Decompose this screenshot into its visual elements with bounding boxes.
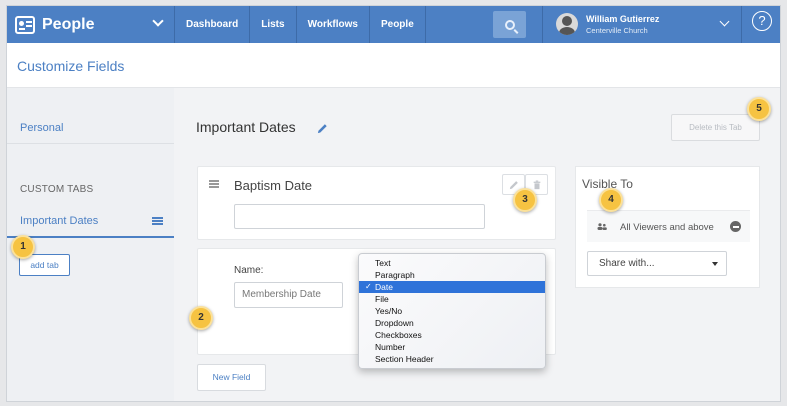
visibility-panel: Visible To All Viewers and above Share w… — [575, 166, 760, 288]
checkmark-icon: ✓ — [365, 282, 372, 291]
user-menu[interactable]: William Gutierrez Centerville Church — [542, 6, 742, 43]
callout-badge-5: 5 — [747, 97, 771, 121]
sidebar-item-label: Important Dates — [20, 215, 99, 227]
dropdown-option-text[interactable]: Text — [359, 257, 545, 269]
search-button[interactable] — [493, 11, 526, 38]
avatar — [556, 13, 578, 35]
top-bar: People Dashboard Lists Workflows People … — [7, 6, 780, 43]
app-switcher[interactable]: People — [7, 6, 175, 43]
people-icon — [597, 223, 607, 230]
main-nav: Dashboard Lists Workflows People — [175, 6, 426, 43]
callout-badge-1: 1 — [11, 235, 35, 259]
name-label: Name: — [234, 265, 264, 276]
field-label: Baptism Date — [234, 178, 313, 193]
search-icon — [504, 19, 515, 30]
dropdown-option-section-header[interactable]: Section Header — [359, 353, 545, 365]
chevron-down-icon — [152, 15, 164, 27]
share-with-select[interactable]: Share with... — [587, 251, 727, 276]
name-input[interactable]: Membership Date — [234, 282, 343, 308]
dropdown-option-label: Date — [375, 282, 393, 292]
new-field-button[interactable]: New Field — [197, 364, 266, 391]
pencil-icon — [509, 181, 518, 190]
dropdown-option-date[interactable]: ✓ Date — [359, 281, 545, 293]
custom-tabs-heading: CUSTOM TABS — [20, 184, 94, 195]
field-type-dropdown: Text Paragraph ✓ Date File Yes/No Dropdo… — [358, 253, 546, 369]
trash-icon — [533, 180, 541, 190]
viewer-permission-row: All Viewers and above — [587, 210, 750, 242]
nav-people[interactable]: People — [370, 6, 426, 43]
callout-badge-4: 4 — [599, 188, 623, 212]
tab-title: Important Dates — [196, 119, 296, 135]
nav-lists[interactable]: Lists — [250, 6, 297, 43]
share-with-value: Share with... — [599, 258, 655, 269]
nav-dashboard[interactable]: Dashboard — [175, 6, 251, 43]
callout-badge-3: 3 — [513, 188, 537, 212]
dropdown-option-number[interactable]: Number — [359, 341, 545, 353]
date-field-input[interactable] — [234, 204, 485, 229]
dropdown-option-checkboxes[interactable]: Checkboxes — [359, 329, 545, 341]
user-name: William Gutierrez — [586, 14, 660, 24]
chevron-down-icon — [719, 16, 730, 27]
dropdown-option-dropdown[interactable]: Dropdown — [359, 317, 545, 329]
dropdown-option-paragraph[interactable]: Paragraph — [359, 269, 545, 281]
page-title: Customize Fields — [17, 58, 125, 74]
caret-down-icon — [712, 262, 718, 266]
drag-handle-icon[interactable] — [152, 217, 163, 219]
sidebar-item-important-dates[interactable]: Important Dates — [7, 208, 174, 238]
app-window: People Dashboard Lists Workflows People … — [6, 5, 781, 402]
delete-tab-button[interactable]: Delete this Tab — [671, 114, 760, 141]
app-name: People — [42, 15, 95, 33]
user-organization: Centerville Church — [586, 26, 648, 35]
dropdown-option-file[interactable]: File — [359, 293, 545, 305]
pencil-icon[interactable] — [317, 123, 328, 134]
field-card: Baptism Date — [197, 166, 556, 240]
sidebar-item-label: Personal — [20, 122, 64, 134]
sidebar-item-personal[interactable]: Personal — [7, 88, 174, 144]
viewer-permission-label: All Viewers and above — [620, 222, 714, 233]
people-logo-icon — [15, 15, 35, 34]
callout-badge-2: 2 — [189, 306, 213, 330]
dropdown-option-yes-no[interactable]: Yes/No — [359, 305, 545, 317]
drag-handle-icon[interactable] — [209, 180, 219, 182]
remove-circle-icon[interactable] — [730, 221, 741, 232]
nav-workflows[interactable]: Workflows — [297, 6, 370, 43]
help-icon[interactable]: ? — [752, 11, 772, 31]
